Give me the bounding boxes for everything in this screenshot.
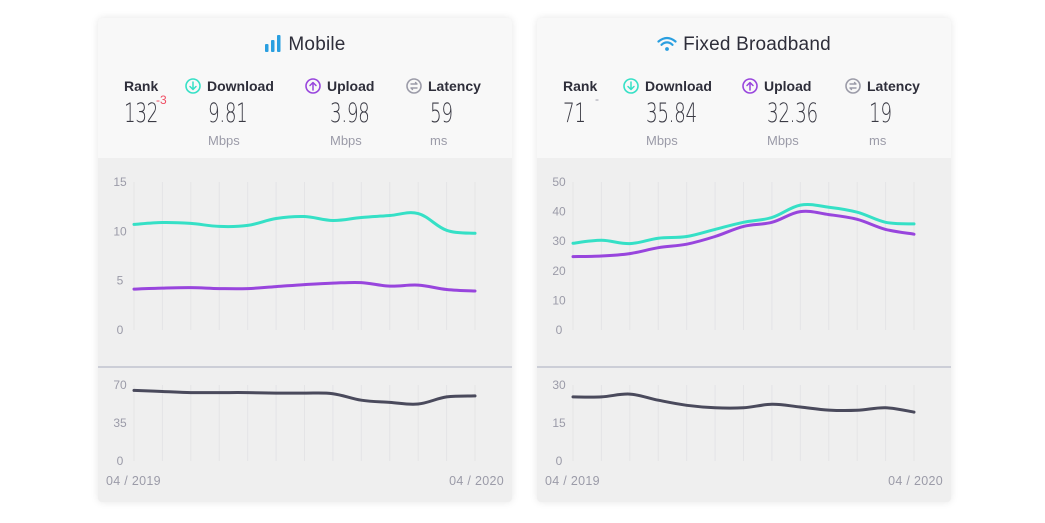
mobile-speed-y-tick-label: 0 xyxy=(117,323,124,337)
date-start-label: 04 / 2019 xyxy=(106,474,161,488)
fixed-broadband-charts: 0 10 20 30 40 50 0 15 30 xyxy=(537,175,951,468)
fixed-speed-y-tick-label: 30 xyxy=(552,234,566,248)
fixed-broadband-panel: Fixed Broadband Rank 71 - Download 35.84… xyxy=(537,18,951,502)
mobile-latency-chart: 0 35 70 xyxy=(113,378,477,468)
mobile-speed-y-tick-label: 15 xyxy=(113,175,127,189)
mobile-panel: Mobile Rank 132 -3 Download 9.81 Mbps Up… xyxy=(98,18,512,502)
fixed-speed-y-tick-label: 20 xyxy=(552,264,566,278)
fixed-latency-y-tick-label: 0 xyxy=(556,454,563,468)
date-end-label: 04 / 2020 xyxy=(449,474,504,488)
fixed-speed-y-tick-label: 40 xyxy=(552,205,566,219)
fixed-latency-y-tick-label: 30 xyxy=(552,378,566,392)
fixed-speed-y-tick-label: 50 xyxy=(552,175,566,189)
date-end-label: 04 / 2020 xyxy=(888,474,943,488)
fixed-speed-y-tick-label: 0 xyxy=(556,323,563,337)
mobile-speed-y-tick-label: 5 xyxy=(117,274,124,288)
mobile-latency-y-tick-label: 0 xyxy=(117,454,124,468)
mobile-speed-chart: 0 5 10 15 xyxy=(113,175,477,337)
fixed-latency-chart: 0 15 30 xyxy=(552,378,916,468)
fixed-latency-y-tick-label: 15 xyxy=(552,416,566,430)
mobile-latency-y-tick-label: 35 xyxy=(113,416,127,430)
fixed-speed-y-tick-label: 10 xyxy=(552,293,566,307)
mobile-charts: 0 5 10 15 0 35 70 xyxy=(98,175,512,468)
date-start-label: 04 / 2019 xyxy=(545,474,600,488)
mobile-speed-y-tick-label: 10 xyxy=(113,224,127,238)
mobile-latency-y-tick-label: 70 xyxy=(113,378,127,392)
fixed-speed-chart: 0 10 20 30 40 50 xyxy=(552,175,916,337)
